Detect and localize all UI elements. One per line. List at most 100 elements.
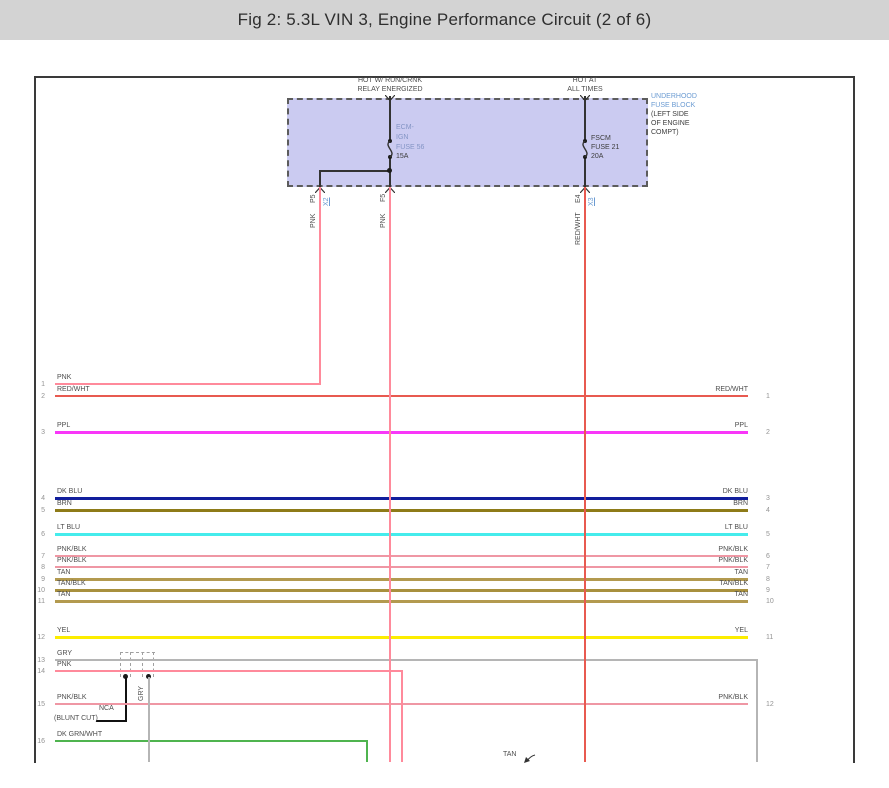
row-right-number: 5 — [766, 531, 770, 538]
row-left-number: 11 — [37, 598, 45, 605]
wire-row-8 — [55, 566, 748, 568]
wire-row-16 — [55, 740, 368, 742]
wire-color-label-right: DK BLU — [722, 488, 748, 495]
wire-color-label-left: DK BLU — [57, 488, 83, 495]
branch-wire-horizontal — [319, 170, 391, 172]
tan-offpage-arrow-icon — [524, 754, 536, 763]
wire-row-11 — [55, 600, 748, 603]
fuse2-name-line2: FUSE 21 — [591, 144, 620, 151]
row-left-number: 10 — [37, 587, 45, 594]
feed-label-hot-at-line2: ALL TIMES — [567, 86, 603, 93]
nca-label: NCA — [99, 705, 114, 712]
wire-vertical — [756, 659, 758, 762]
fuse-block-label-line5: COMPT) — [651, 129, 679, 136]
wire-color-label-right: LT BLU — [724, 524, 748, 531]
wire-label-pnk-p5: PNK — [310, 213, 317, 228]
wire-vertical — [148, 677, 150, 762]
wire-color-label-right: TAN/BLK — [719, 580, 748, 587]
fuse1-name-line2: IGN — [396, 134, 409, 141]
feed-wire-ecm-ign-upper — [389, 96, 391, 141]
wire-vertical — [401, 670, 403, 762]
pin-label-e4: E4 — [575, 194, 582, 203]
wire-row-4 — [55, 497, 748, 500]
wire-vertical — [389, 187, 391, 762]
feed-label-run-crnk-line2: RELAY ENERGIZED — [357, 86, 423, 93]
wire-color-label-left: PPL — [57, 422, 71, 429]
pin-label-p5: P5 — [310, 194, 317, 203]
wire-color-label-right: TAN — [734, 591, 748, 598]
wire-color-label-left: TAN — [57, 591, 71, 598]
wire-row-1 — [55, 383, 321, 385]
wire-row-3 — [55, 431, 748, 434]
branch-wire-vertical — [319, 170, 321, 187]
row-right-number: 8 — [766, 576, 770, 583]
fuse1-name-line3: FUSE 56 — [396, 144, 425, 151]
row-right-number: 2 — [766, 429, 770, 436]
row-left-number: 8 — [41, 564, 45, 571]
row-left-number: 14 — [37, 668, 45, 675]
fuse2-rating: 20A — [591, 153, 604, 160]
row-left-number: 12 — [37, 634, 45, 641]
wire-color-label-left: RED/WHT — [57, 386, 90, 393]
fuse2-name-line1: FSCM — [591, 135, 611, 142]
row-right-number: 6 — [766, 553, 770, 560]
wire-color-label-left: DK GRN/WHT — [57, 731, 103, 738]
feed-label-run-crnk-line1: HOT W/ RUN/CRNK — [357, 77, 423, 84]
wire-color-label-left: PNK — [57, 661, 72, 668]
row-right-number: 3 — [766, 495, 770, 502]
row-left-number: 6 — [41, 531, 45, 538]
pin-label-f5: F5 — [380, 193, 387, 202]
gry-branch-label: GRY — [138, 685, 145, 701]
fuse1-rating: 15A — [396, 153, 409, 160]
feed-wire-fscm-upper — [584, 96, 586, 141]
row-left-number: 1 — [41, 381, 45, 388]
arrow-down-icon — [580, 95, 590, 101]
junction-dot — [387, 168, 392, 173]
wire-color-label-right: TAN — [734, 569, 748, 576]
wire-row-5 — [55, 509, 748, 512]
wire-color-label-left: GRY — [57, 650, 73, 657]
wire-color-label-right: PPL — [734, 422, 748, 429]
row-left-number: 15 — [37, 701, 45, 708]
wire-color-label-right: YEL — [734, 627, 748, 634]
fuse2-element-icon — [582, 141, 588, 157]
wire-label-pnk-f5: PNK — [380, 213, 387, 228]
figure-viewer: Fig 2: 5.3L VIN 3, Engine Performance Ci… — [0, 0, 889, 788]
figure-title-bar: Fig 2: 5.3L VIN 3, Engine Performance Ci… — [0, 0, 889, 40]
figure-title: Fig 2: 5.3L VIN 3, Engine Performance Ci… — [237, 10, 652, 29]
connector-label-x2: X2 — [323, 197, 330, 206]
wire-vertical — [319, 187, 321, 385]
row-right-number: 7 — [766, 564, 770, 571]
wire-color-label-right: BRN — [733, 500, 748, 507]
row-right-number: 4 — [766, 507, 770, 514]
row-right-number: 9 — [766, 587, 770, 594]
wire-vertical — [366, 740, 368, 762]
wire-row-2 — [55, 395, 748, 397]
tan-offpage-label: TAN — [503, 751, 517, 758]
feed-label-hot-at-line1: HOT AT — [572, 77, 598, 84]
wire-color-label-left: BRN — [57, 500, 72, 507]
row-left-number: 13 — [37, 657, 45, 664]
row-left-number: 4 — [41, 495, 45, 502]
row-left-number: 9 — [41, 576, 45, 583]
wire-row-7 — [55, 555, 748, 557]
connector-label-x3: X3 — [588, 197, 595, 206]
wire-color-label-left: PNK — [57, 374, 72, 381]
fuse-block-label-line2: FUSE BLOCK — [651, 102, 696, 109]
fuse-block-label-line1: UNDERHOOD — [651, 93, 697, 100]
blunt-cut-wire-vertical — [125, 677, 127, 722]
wire-color-label-right: PNK/BLK — [718, 694, 748, 701]
wire-row-12 — [55, 636, 748, 639]
row-left-number: 2 — [41, 393, 45, 400]
fuse-block-label-line3: (LEFT SIDE — [651, 111, 689, 118]
row-right-number: 11 — [766, 634, 774, 641]
wire-color-label-right: PNK/BLK — [718, 546, 748, 553]
wire-color-label-right: RED/WHT — [715, 386, 748, 393]
wire-color-label-left: TAN — [57, 569, 71, 576]
blunt-cut-label: (BLUNT CUT) — [54, 715, 98, 722]
wire-row-10 — [55, 589, 748, 592]
wire-row-14 — [55, 670, 403, 672]
fuse-block-label-line4: OF ENGINE — [651, 120, 690, 127]
wire-color-label-left: LT BLU — [57, 524, 81, 531]
row-left-number: 3 — [41, 429, 45, 436]
